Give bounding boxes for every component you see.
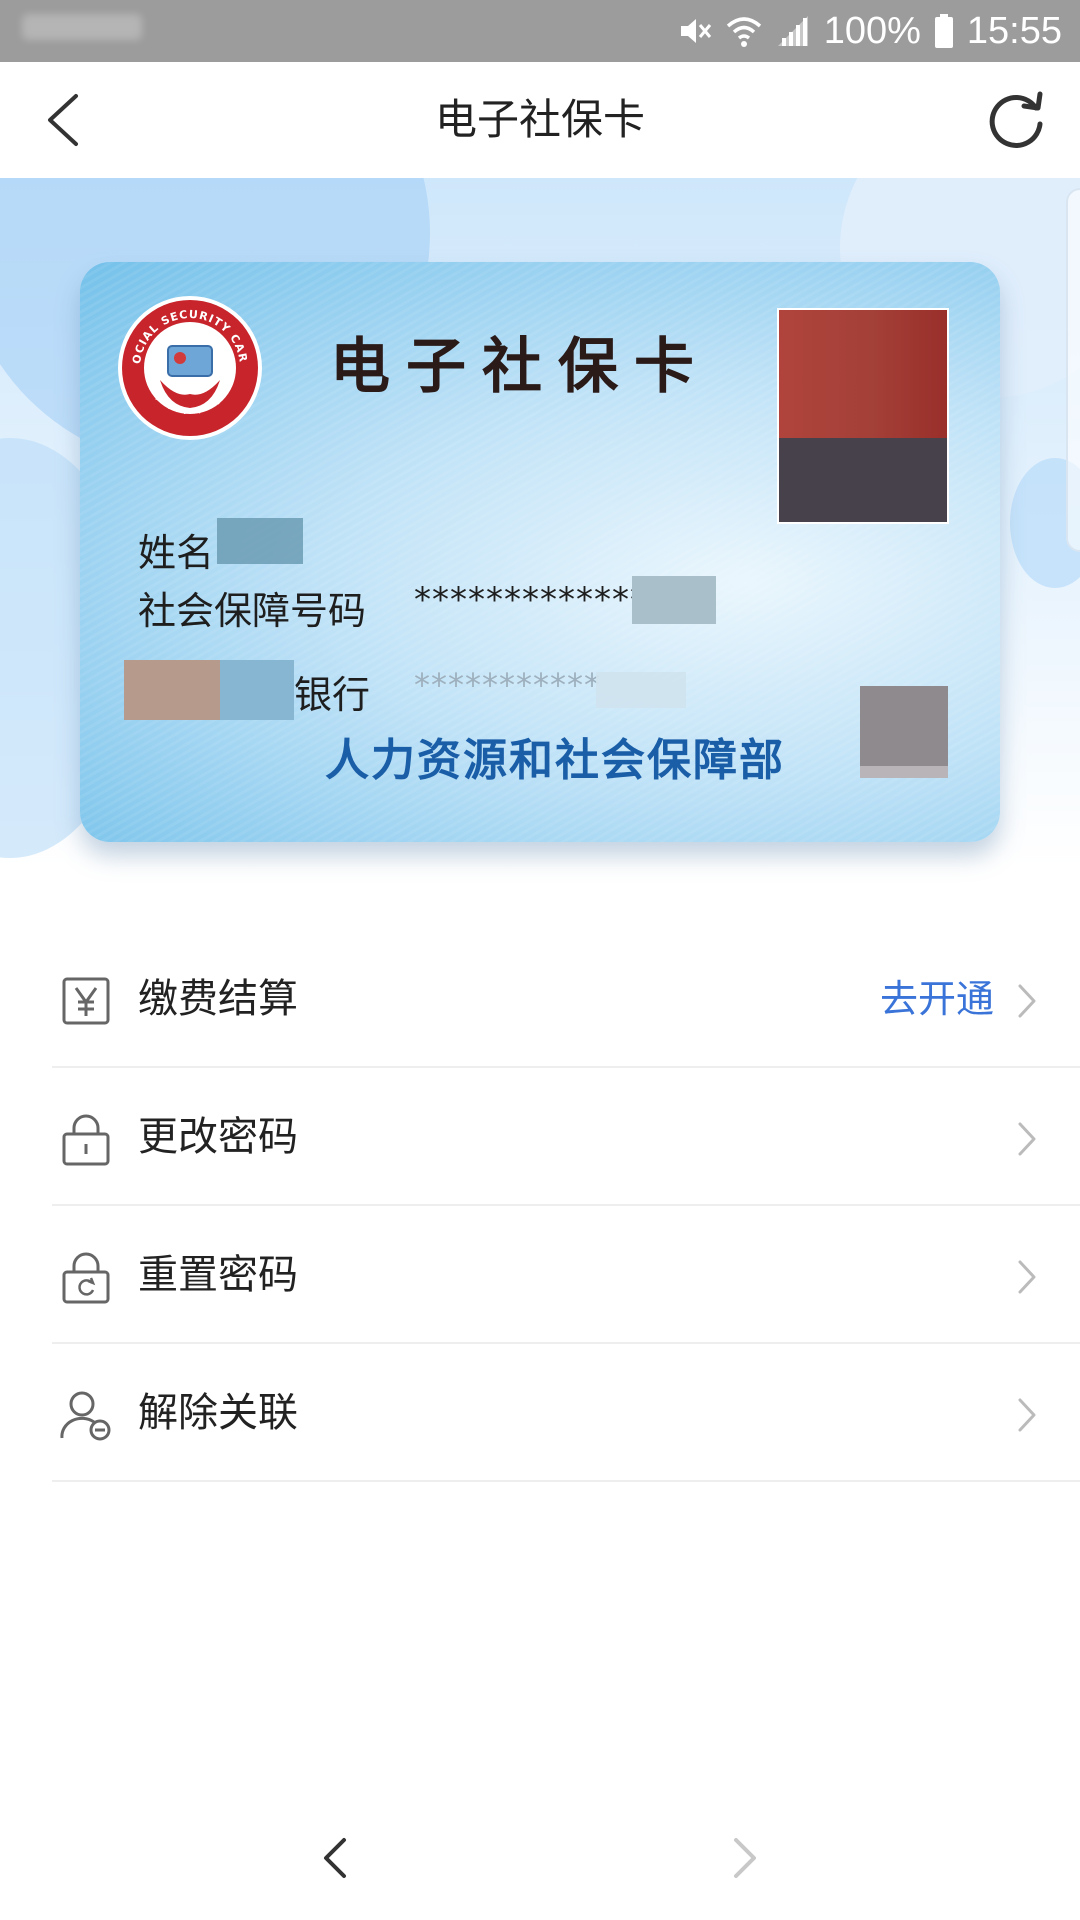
list-item-reset-password[interactable]: 重置密码 (0, 1206, 1080, 1344)
nav-back-button[interactable] (320, 1834, 350, 1882)
next-card-peek[interactable] (1066, 188, 1080, 552)
yen-icon (62, 977, 110, 1025)
page-title: 电子社保卡 (434, 95, 645, 144)
list-item-change-password[interactable]: 更改密码 (0, 1068, 1080, 1206)
ssn-value: ************** (414, 580, 666, 620)
wifi-icon (726, 14, 762, 48)
chevron-right-icon (1018, 984, 1036, 1018)
list-item-label: 缴费结算 (138, 976, 298, 1022)
mute-icon (678, 14, 712, 48)
qr-code-redacted (860, 686, 948, 778)
status-bar: 100% 15:55 (0, 0, 1080, 62)
status-bar-notification-area (22, 14, 142, 40)
chevron-right-icon (1018, 1260, 1036, 1294)
list-item-unlink[interactable]: 解除关联 (0, 1344, 1080, 1482)
name-label: 姓名 (138, 531, 215, 575)
bank-name-redacted (220, 660, 294, 720)
card-title: 电子社保卡 (330, 332, 710, 402)
list-item-payment-settlement[interactable]: 缴费结算 去开通 (0, 930, 1080, 1068)
divider (52, 1480, 1080, 1482)
user-remove-icon (60, 1391, 111, 1441)
bank-label: 银行 (294, 673, 371, 717)
list-item-label: 解除关联 (138, 1390, 298, 1436)
card-actions-list: 缴费结算 去开通 更改密码 重置密码 解除关联 (0, 930, 1080, 1482)
lock-icon (62, 1114, 110, 1166)
bottom-navigation (0, 1820, 1080, 1900)
list-item-label: 更改密码 (138, 1114, 298, 1160)
refresh-icon (989, 91, 1043, 148)
refresh-button[interactable] (984, 88, 1048, 152)
battery-icon (934, 14, 953, 48)
social-security-card[interactable]: SOCIAL SECURITY CARD 社会保障卡 电子社保卡 姓名 社会保障… (80, 262, 1000, 842)
ssn-suffix-redacted (632, 576, 716, 624)
name-value-redacted (217, 518, 303, 564)
list-item-label: 重置密码 (138, 1252, 298, 1298)
bank-name-redacted (124, 660, 220, 720)
social-security-seal-logo: SOCIAL SECURITY CARD 社会保障卡 (116, 294, 262, 440)
chevron-right-icon (734, 1838, 756, 1878)
battery-percent: 100% (823, 9, 921, 52)
activate-link[interactable]: 去开通 (880, 930, 994, 1068)
lock-reset-icon (62, 1252, 110, 1304)
bank-account-value: *********** (414, 666, 601, 704)
nav-forward-button[interactable] (730, 1834, 760, 1882)
ssn-label: 社会保障号码 (138, 589, 367, 633)
chevron-right-icon (1018, 1122, 1036, 1156)
signal-icon (776, 14, 810, 48)
chevron-right-icon (1018, 1398, 1036, 1432)
nav-bar: 电子社保卡 (0, 62, 1080, 178)
clock: 15:55 (966, 9, 1062, 52)
status-bar-indicators: 100% 15:55 (678, 0, 1062, 62)
portrait-photo-redacted (777, 308, 949, 524)
bank-account-suffix-redacted (596, 672, 686, 708)
chevron-left-icon (324, 1838, 346, 1878)
